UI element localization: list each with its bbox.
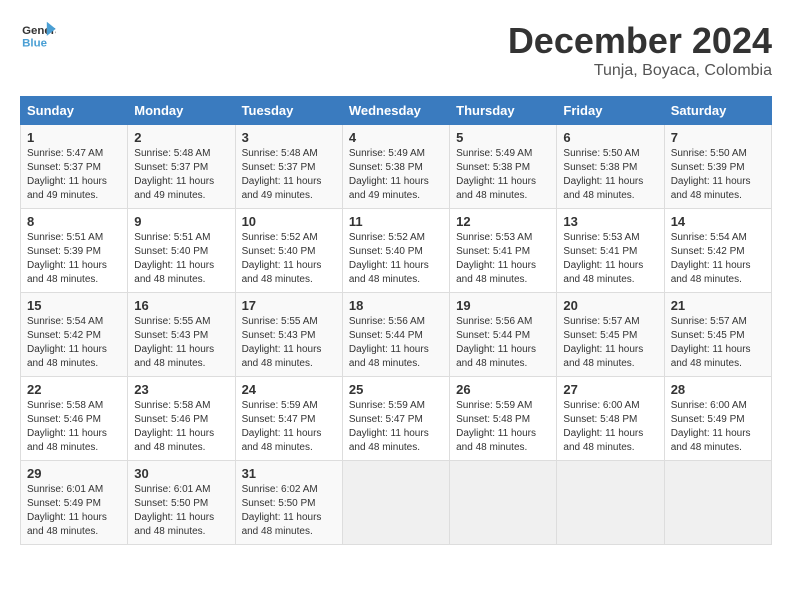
day-cell-4: 4Sunrise: 5:49 AMSunset: 5:38 PMDaylight… — [342, 125, 449, 209]
day-cell-3: 3Sunrise: 5:48 AMSunset: 5:37 PMDaylight… — [235, 125, 342, 209]
day-cell-empty-4-6 — [664, 461, 771, 545]
day-cell-empty-4-5 — [557, 461, 664, 545]
col-saturday: Saturday — [664, 97, 771, 125]
week-row-3: 15Sunrise: 5:54 AMSunset: 5:42 PMDayligh… — [21, 293, 772, 377]
calendar-table: Sunday Monday Tuesday Wednesday Thursday… — [20, 96, 772, 545]
col-sunday: Sunday — [21, 97, 128, 125]
day-cell-23: 23Sunrise: 5:58 AMSunset: 5:46 PMDayligh… — [128, 377, 235, 461]
day-cell-1: 1Sunrise: 5:47 AMSunset: 5:37 PMDaylight… — [21, 125, 128, 209]
day-cell-26: 26Sunrise: 5:59 AMSunset: 5:48 PMDayligh… — [450, 377, 557, 461]
col-thursday: Thursday — [450, 97, 557, 125]
week-row-1: 1Sunrise: 5:47 AMSunset: 5:37 PMDaylight… — [21, 125, 772, 209]
day-cell-17: 17Sunrise: 5:55 AMSunset: 5:43 PMDayligh… — [235, 293, 342, 377]
title-block: December 2024 Tunja, Boyaca, Colombia — [508, 20, 772, 80]
day-cell-30: 30Sunrise: 6:01 AMSunset: 5:50 PMDayligh… — [128, 461, 235, 545]
day-cell-6: 6Sunrise: 5:50 AMSunset: 5:38 PMDaylight… — [557, 125, 664, 209]
day-cell-9: 9Sunrise: 5:51 AMSunset: 5:40 PMDaylight… — [128, 209, 235, 293]
col-friday: Friday — [557, 97, 664, 125]
day-cell-8: 8Sunrise: 5:51 AMSunset: 5:39 PMDaylight… — [21, 209, 128, 293]
day-cell-31: 31Sunrise: 6:02 AMSunset: 5:50 PMDayligh… — [235, 461, 342, 545]
location-subtitle: Tunja, Boyaca, Colombia — [508, 62, 772, 80]
day-cell-28: 28Sunrise: 6:00 AMSunset: 5:49 PMDayligh… — [664, 377, 771, 461]
logo: General Blue — [20, 20, 56, 50]
logo-icon: General Blue — [20, 20, 56, 50]
day-cell-empty-4-4 — [450, 461, 557, 545]
day-cell-14: 14Sunrise: 5:54 AMSunset: 5:42 PMDayligh… — [664, 209, 771, 293]
day-cell-7: 7Sunrise: 5:50 AMSunset: 5:39 PMDaylight… — [664, 125, 771, 209]
day-cell-27: 27Sunrise: 6:00 AMSunset: 5:48 PMDayligh… — [557, 377, 664, 461]
day-cell-29: 29Sunrise: 6:01 AMSunset: 5:49 PMDayligh… — [21, 461, 128, 545]
day-cell-25: 25Sunrise: 5:59 AMSunset: 5:47 PMDayligh… — [342, 377, 449, 461]
col-monday: Monday — [128, 97, 235, 125]
week-row-2: 8Sunrise: 5:51 AMSunset: 5:39 PMDaylight… — [21, 209, 772, 293]
day-cell-10: 10Sunrise: 5:52 AMSunset: 5:40 PMDayligh… — [235, 209, 342, 293]
header-row: Sunday Monday Tuesday Wednesday Thursday… — [21, 97, 772, 125]
day-cell-12: 12Sunrise: 5:53 AMSunset: 5:41 PMDayligh… — [450, 209, 557, 293]
day-cell-20: 20Sunrise: 5:57 AMSunset: 5:45 PMDayligh… — [557, 293, 664, 377]
col-tuesday: Tuesday — [235, 97, 342, 125]
page-header: General Blue December 2024 Tunja, Boyaca… — [20, 20, 772, 80]
day-cell-2: 2Sunrise: 5:48 AMSunset: 5:37 PMDaylight… — [128, 125, 235, 209]
col-wednesday: Wednesday — [342, 97, 449, 125]
svg-text:Blue: Blue — [22, 37, 47, 49]
month-title: December 2024 — [508, 20, 772, 62]
day-cell-13: 13Sunrise: 5:53 AMSunset: 5:41 PMDayligh… — [557, 209, 664, 293]
day-cell-11: 11Sunrise: 5:52 AMSunset: 5:40 PMDayligh… — [342, 209, 449, 293]
day-cell-22: 22Sunrise: 5:58 AMSunset: 5:46 PMDayligh… — [21, 377, 128, 461]
week-row-4: 22Sunrise: 5:58 AMSunset: 5:46 PMDayligh… — [21, 377, 772, 461]
day-cell-18: 18Sunrise: 5:56 AMSunset: 5:44 PMDayligh… — [342, 293, 449, 377]
day-cell-24: 24Sunrise: 5:59 AMSunset: 5:47 PMDayligh… — [235, 377, 342, 461]
day-cell-21: 21Sunrise: 5:57 AMSunset: 5:45 PMDayligh… — [664, 293, 771, 377]
day-cell-16: 16Sunrise: 5:55 AMSunset: 5:43 PMDayligh… — [128, 293, 235, 377]
day-cell-19: 19Sunrise: 5:56 AMSunset: 5:44 PMDayligh… — [450, 293, 557, 377]
week-row-5: 29Sunrise: 6:01 AMSunset: 5:49 PMDayligh… — [21, 461, 772, 545]
day-cell-5: 5Sunrise: 5:49 AMSunset: 5:38 PMDaylight… — [450, 125, 557, 209]
day-cell-empty-4-3 — [342, 461, 449, 545]
day-cell-15: 15Sunrise: 5:54 AMSunset: 5:42 PMDayligh… — [21, 293, 128, 377]
